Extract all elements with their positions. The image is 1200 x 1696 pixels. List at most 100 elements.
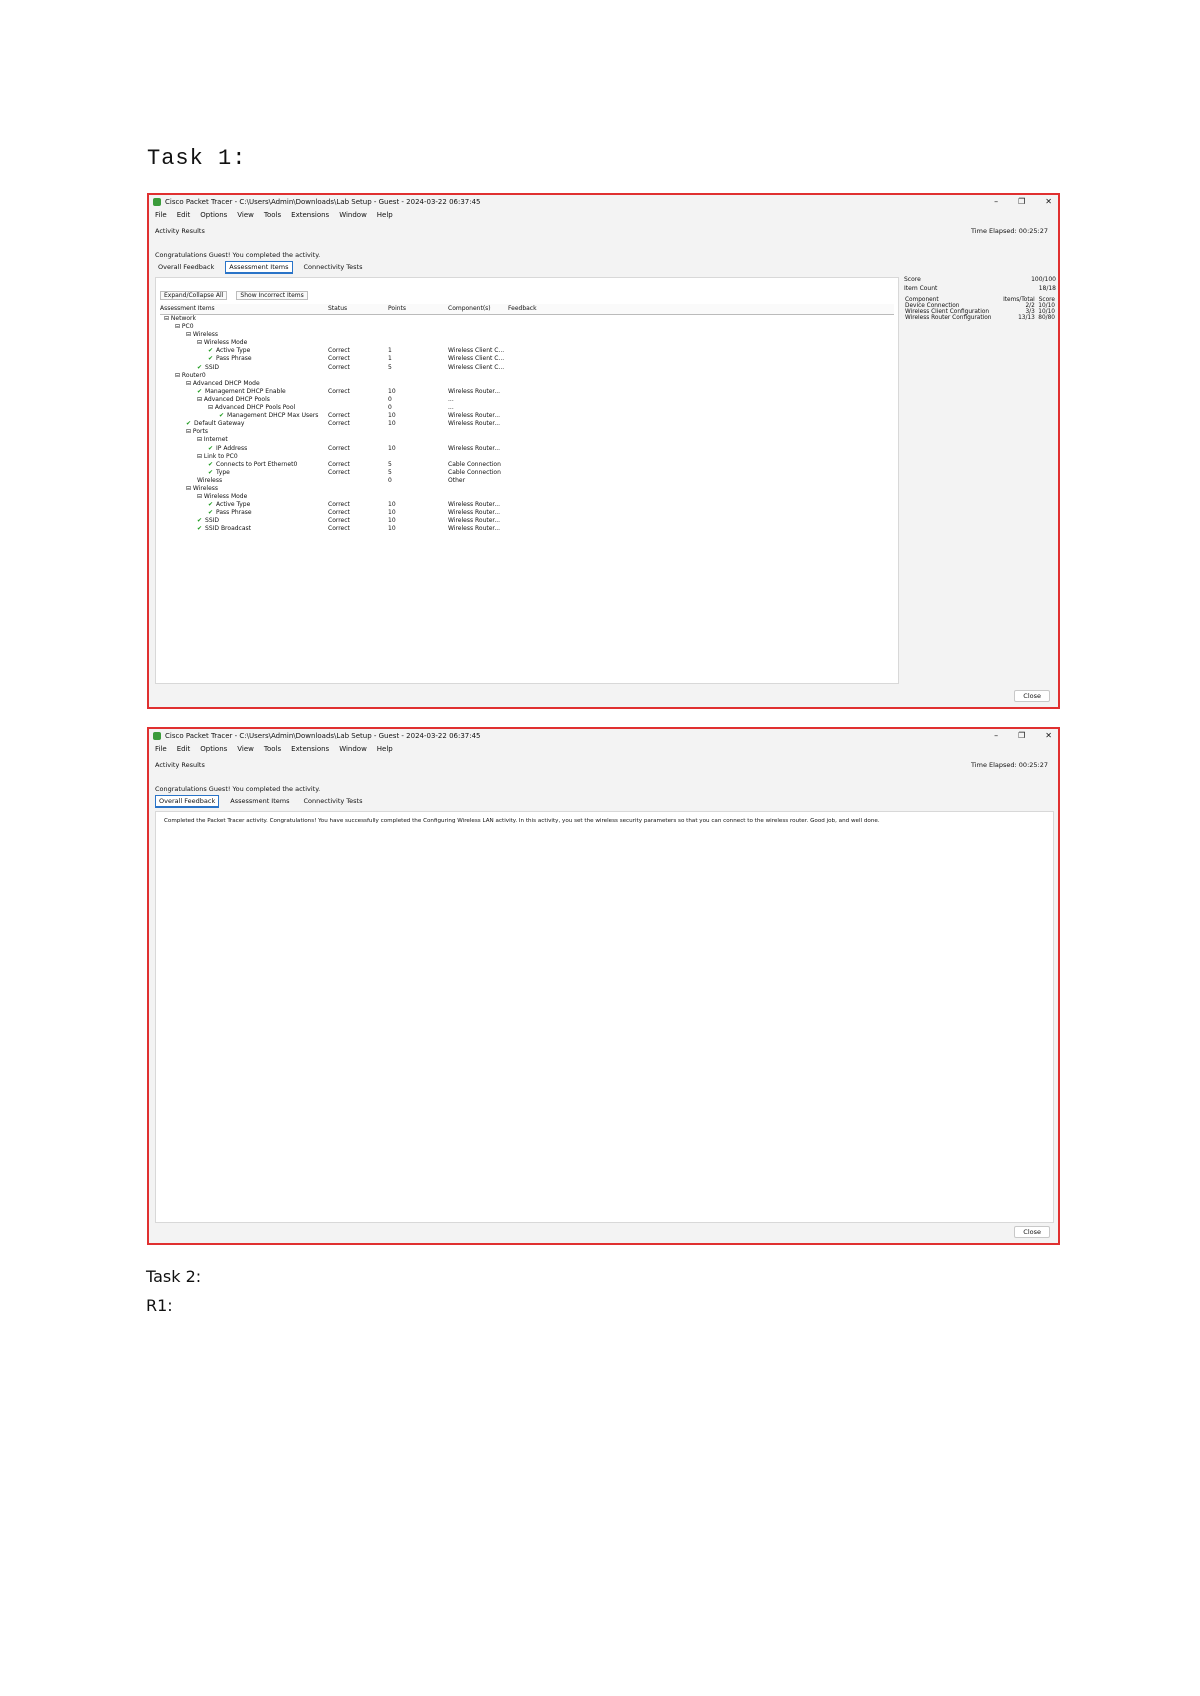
expand-collapse-button[interactable]: Expand/Collapse All (160, 291, 228, 300)
menu-window[interactable]: Window (339, 743, 367, 755)
show-incorrect-button[interactable]: Show Incorrect Items (236, 291, 308, 300)
table-row[interactable]: Wireless 0 Other (160, 477, 894, 485)
menu-tools[interactable]: Tools (264, 743, 281, 755)
table-row[interactable]: ✔ SSID Broadcast Correct 10 Wireless Router.… (160, 525, 894, 533)
table-row[interactable]: ✔ Type Correct 5 Cable Connection (160, 469, 894, 477)
menu-help[interactable]: Help (377, 209, 393, 221)
table-row[interactable]: ⊟ Advanced DHCP Pools Pool 0... (160, 404, 894, 412)
assessment-item-text: ⊟ Link to PC0 (197, 452, 238, 460)
table-row[interactable]: ✔ Pass Phrase Correct 1 Wireless Client C... (160, 355, 894, 363)
assessment-item-label: ✔ Pass Phrase (160, 355, 328, 363)
time-elapsed: Time Elapsed: 00:25:27 (971, 227, 1048, 235)
close-icon[interactable]: ✕ (1045, 729, 1052, 743)
component-cell (448, 493, 508, 501)
assessment-item-label: ⊟ Network (160, 315, 328, 323)
points-cell: 1 (388, 355, 392, 363)
assessment-item-text: ⊟ Wireless (186, 484, 219, 492)
table-row[interactable]: ⊟ Router0 (160, 372, 894, 380)
col-feedback[interactable]: Feedback (508, 304, 568, 314)
menu-tools[interactable]: Tools (264, 209, 281, 221)
score-summary-panel: Score 100/100 Item Count 18/18 Component… (904, 275, 1056, 321)
congrats-message: Congratulations Guest! You completed the… (155, 251, 321, 259)
table-row[interactable]: ⊟ Ports (160, 428, 894, 436)
component-score: 80/80 (1038, 315, 1055, 321)
table-row[interactable]: ✔ IP Address Correct 10 Wireless Router... (160, 445, 894, 453)
table-row[interactable]: ✔ Management DHCP Enable Correct 10 Wireless… (160, 388, 894, 396)
menu-help[interactable]: Help (377, 743, 393, 755)
close-button[interactable]: Close (1014, 1226, 1050, 1238)
menu-edit[interactable]: Edit (177, 743, 191, 755)
table-row[interactable]: ⊟ Wireless Mode (160, 493, 894, 501)
restore-icon[interactable]: ❐ (1018, 195, 1025, 209)
points-cell (388, 323, 448, 331)
task2-heading: Task 2: (146, 1267, 202, 1286)
points-cell (388, 493, 448, 501)
col-points[interactable]: Points (388, 304, 448, 314)
table-row[interactable]: ⊟ Network (160, 315, 894, 323)
minimize-icon[interactable]: – (994, 729, 998, 743)
packet-tracer-app-icon (153, 732, 161, 740)
table-row[interactable]: ⊟ Link to PC0 (160, 453, 894, 461)
table-row[interactable]: ✔ Active Type Correct 1 Wireless Client C... (160, 347, 894, 355)
table-row[interactable]: ✔ Default Gateway Correct 10 Wireless Router… (160, 420, 894, 428)
table-row[interactable]: ✔ Management DHCP Max Users Correct 10 Wirel… (160, 412, 894, 420)
status-cell: Correct (328, 509, 350, 517)
table-row[interactable]: ✔ Connects to Port Ethernet0 Correct 5 Cable… (160, 461, 894, 469)
col-status[interactable]: Status (328, 304, 388, 314)
score-label: Score (904, 276, 921, 283)
menu-file[interactable]: File (155, 743, 167, 755)
results-tabs: Overall Feedback Assessment Items Connec… (149, 260, 1058, 274)
tab-connectivity-tests[interactable]: Connectivity Tests (301, 262, 366, 272)
menu-edit[interactable]: Edit (177, 209, 191, 221)
assessment-item-label: ⊟ Wireless (160, 485, 328, 493)
menu-view[interactable]: View (237, 743, 254, 755)
tab-assessment-items[interactable]: Assessment Items (225, 260, 293, 274)
menu-view[interactable]: View (237, 209, 254, 221)
assessment-tree: ⊟ Network ⊟ PC0 ⊟ Wireless ⊟ Wireless Mode ✔… (160, 315, 894, 534)
table-row[interactable]: ✔ SSID Correct 10 Wireless Router... (160, 517, 894, 525)
points-cell: 10 (388, 412, 396, 420)
component-cell: Wireless Router... (448, 525, 501, 533)
col-components[interactable]: Component(s) (448, 304, 508, 314)
minimize-icon[interactable]: – (994, 195, 998, 209)
tab-connectivity-tests[interactable]: Connectivity Tests (301, 796, 366, 806)
table-row[interactable]: ✔ Pass Phrase Correct 10 Wireless Router... (160, 509, 894, 517)
assessment-item-label: Wireless (160, 477, 328, 485)
menu-options[interactable]: Options (200, 743, 227, 755)
status-cell: Correct (328, 363, 350, 371)
component-cell: Wireless Client C... (448, 355, 505, 363)
menu-extensions[interactable]: Extensions (291, 743, 329, 755)
tab-assessment-items[interactable]: Assessment Items (227, 796, 292, 806)
tab-overall-feedback[interactable]: Overall Feedback (155, 262, 217, 272)
restore-icon[interactable]: ❐ (1018, 729, 1025, 743)
table-row[interactable]: ⊟ Internet (160, 436, 894, 444)
points-cell: 5 (388, 460, 392, 468)
close-icon[interactable]: ✕ (1045, 195, 1052, 209)
assessment-item-text: ⊟ Router0 (175, 371, 206, 379)
table-row[interactable]: ⊟ Wireless (160, 485, 894, 493)
check-icon: ✔ (197, 517, 203, 525)
table-row[interactable]: ✔ Active Type Correct 10 Wireless Router... (160, 501, 894, 509)
menu-options[interactable]: Options (200, 209, 227, 221)
points-cell: 10 (388, 420, 396, 428)
menu-window[interactable]: Window (339, 209, 367, 221)
table-row[interactable]: ⊟ PC0 (160, 323, 894, 331)
assessment-item-text: SSID (205, 363, 220, 371)
col-assessment-items[interactable]: Assessment Items (160, 304, 328, 314)
table-row[interactable]: ✔ SSID Correct 5 Wireless Client C... (160, 364, 894, 372)
assessment-item-label: ✔ Default Gateway (160, 420, 328, 428)
assessment-item-label: ✔ Active Type (160, 347, 328, 355)
table-row[interactable]: ⊟ Advanced DHCP Mode (160, 380, 894, 388)
menu-file[interactable]: File (155, 209, 167, 221)
status-cell (328, 477, 388, 485)
tab-overall-feedback[interactable]: Overall Feedback (155, 794, 220, 808)
table-row[interactable]: ⊟ Advanced DHCP Pools 0... (160, 396, 894, 404)
table-row[interactable]: ⊟ Wireless Mode (160, 339, 894, 347)
close-button[interactable]: Close (1014, 690, 1050, 702)
assessment-item-label: ✔ Management DHCP Max Users (160, 412, 328, 420)
status-cell: Correct (328, 517, 350, 525)
assessment-item-text: Active Type (216, 347, 251, 355)
table-row[interactable]: ⊟ Wireless (160, 331, 894, 339)
assessment-item-text: ⊟ Wireless Mode (197, 339, 248, 347)
menu-extensions[interactable]: Extensions (291, 209, 329, 221)
